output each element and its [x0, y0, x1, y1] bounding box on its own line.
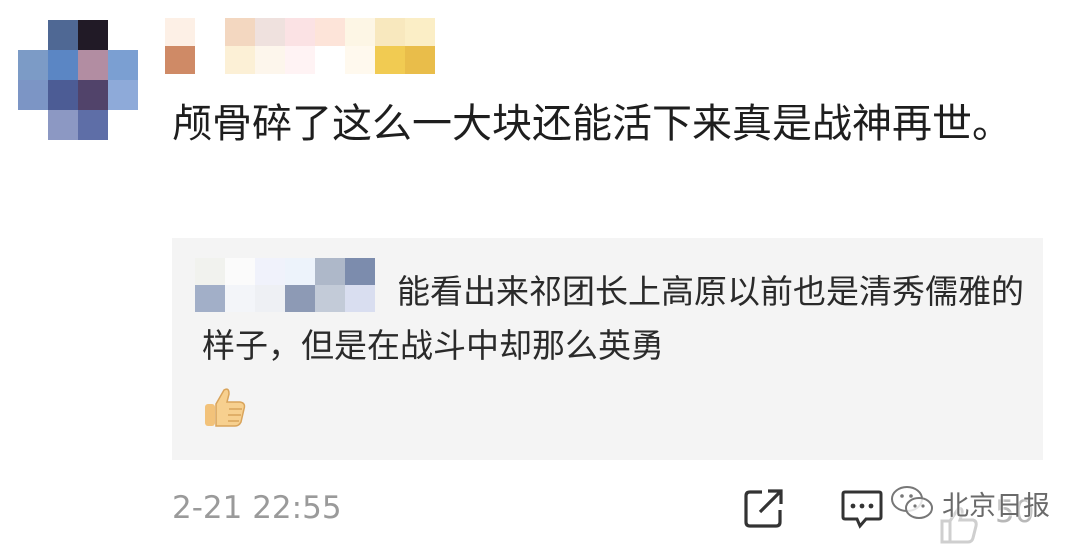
- share-icon[interactable]: [742, 486, 786, 530]
- comment-timestamp: 2-21 22:55: [172, 490, 342, 526]
- reply-user-nickname[interactable]: [195, 258, 375, 312]
- wechat-icon: [891, 486, 933, 519]
- user-nickname[interactable]: [165, 18, 435, 74]
- user-avatar[interactable]: [18, 20, 138, 140]
- watermark-text: 北京日报: [942, 490, 1050, 522]
- thumbs-up-emoji: [205, 388, 246, 427]
- comment-text: 颅骨碎了这么一大块还能活下来真是战神再世。: [172, 101, 1012, 147]
- watermark: 北京日报: [890, 480, 1050, 526]
- comment-icon[interactable]: [840, 486, 884, 530]
